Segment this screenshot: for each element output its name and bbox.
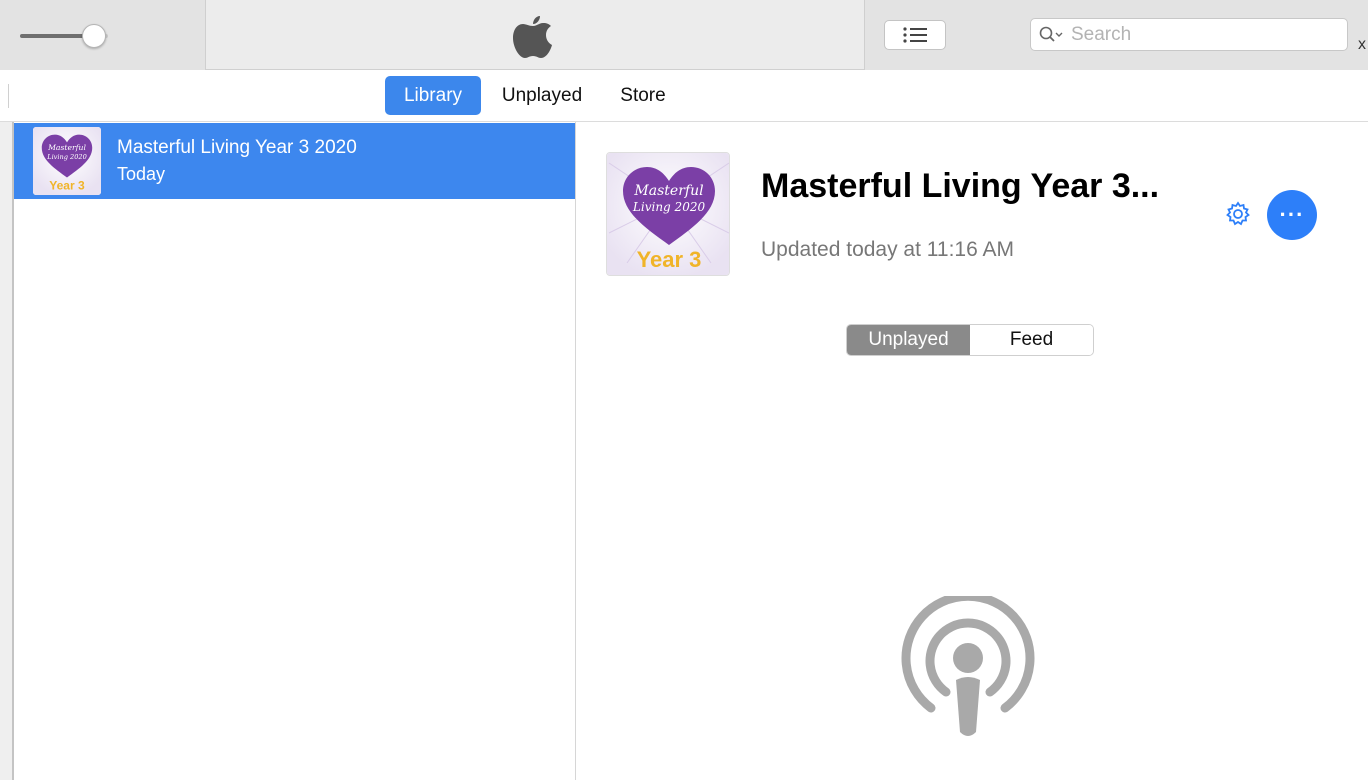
- podcasts-icon: [901, 596, 1035, 736]
- podcast-artwork: Masterful Living 2020 Year 3: [606, 152, 730, 276]
- list-item[interactable]: Masterful Living 2020 Year 3 Masterful L…: [14, 123, 575, 199]
- artwork-year: Year 3: [637, 247, 702, 272]
- artwork-line2: Living 2020: [632, 200, 706, 214]
- list-item-title: Masterful Living Year 3 2020: [117, 137, 357, 158]
- list-icon: [903, 27, 927, 43]
- segment-feed[interactable]: Feed: [970, 325, 1093, 355]
- artwork-year: Year 3: [49, 179, 85, 193]
- podcast-list: [0, 122, 576, 780]
- tab-unplayed[interactable]: Unplayed: [488, 76, 596, 115]
- updated-timestamp: Updated today at 11:16 AM: [761, 238, 1014, 261]
- list-item-subtitle: Today: [117, 164, 166, 184]
- artwork-line2: Living 2020: [46, 153, 87, 161]
- more-options-button[interactable]: ···: [1267, 190, 1317, 240]
- podcast-artwork-icon: Masterful Living 2020 Year 3: [33, 127, 101, 195]
- podcast-thumbnail: Masterful Living 2020 Year 3: [33, 127, 101, 195]
- tab-store[interactable]: Store: [604, 76, 682, 115]
- tab-bar-divider: [8, 84, 9, 108]
- search-icon: [1039, 26, 1063, 42]
- gear-icon[interactable]: [1224, 200, 1252, 228]
- artwork-line1: Masterful: [633, 183, 703, 199]
- podcast-title: Masterful Living Year 3...: [761, 167, 1160, 205]
- tab-bar: [0, 70, 1368, 122]
- close-glyph: x: [1358, 36, 1366, 53]
- podcast-artwork-icon: Masterful Living 2020 Year 3: [607, 153, 729, 275]
- sidebar-edge: [0, 122, 14, 780]
- up-next-list-button[interactable]: [884, 20, 946, 50]
- search-field[interactable]: [1030, 18, 1348, 51]
- apple-logo-icon: [513, 16, 552, 58]
- tab-library[interactable]: Library: [385, 76, 481, 115]
- search-input[interactable]: [1071, 23, 1331, 46]
- volume-slider-track[interactable]: [20, 34, 88, 38]
- segment-unplayed[interactable]: Unplayed: [847, 325, 970, 355]
- artwork-line1: Masterful: [47, 143, 86, 152]
- episode-filter-segmented-control: Unplayed Feed: [846, 324, 1094, 356]
- volume-slider-knob[interactable]: [82, 24, 106, 48]
